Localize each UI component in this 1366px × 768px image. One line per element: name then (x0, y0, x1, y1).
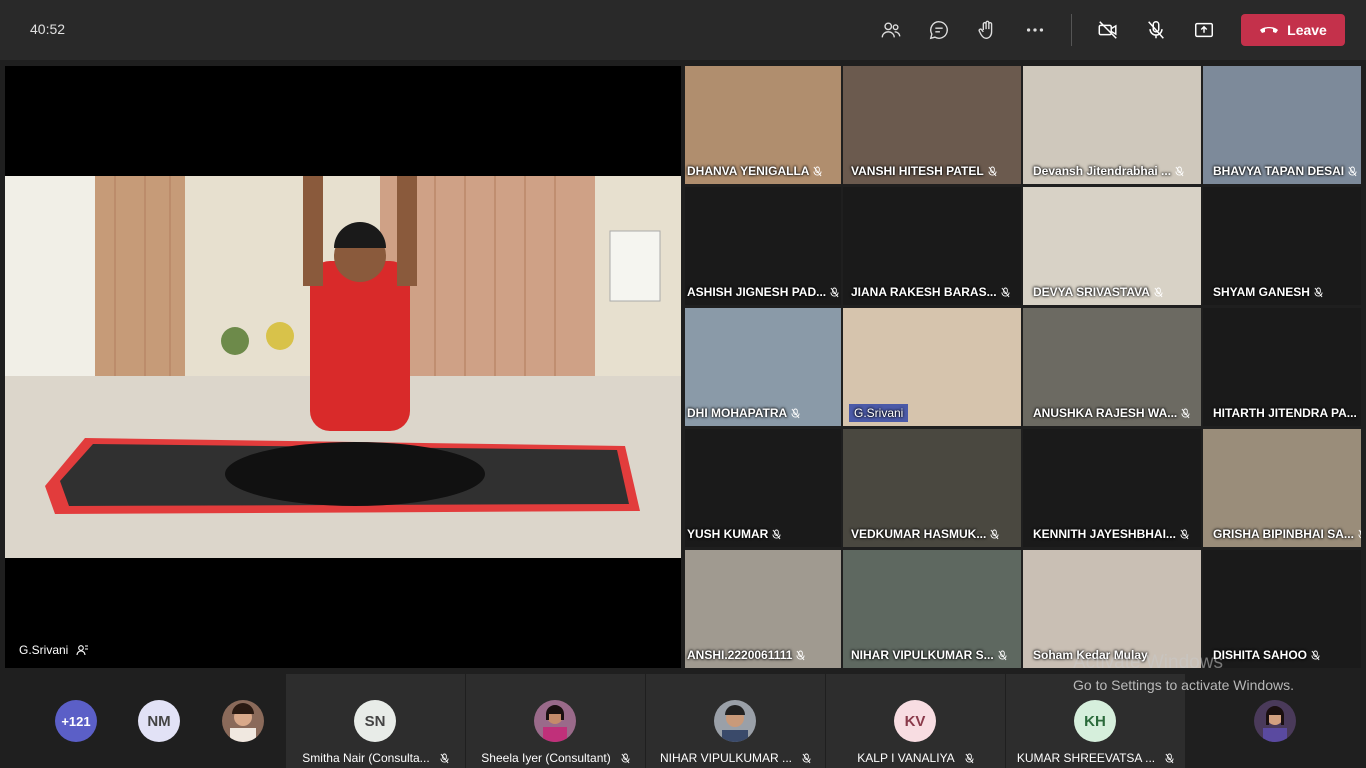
participant-name: NIHAR VIPULKUMAR ... (646, 751, 825, 765)
participant-tile[interactable]: Sheela Iyer (Consultant) (466, 674, 645, 768)
video-tile[interactable]: DHI MOHAPATRA (685, 308, 841, 426)
video-tile[interactable]: NIHAR VIPULKUMAR S... (843, 550, 1021, 668)
video-tile[interactable]: DHANVA YENIGALLA (685, 66, 841, 184)
mic-off-icon (965, 753, 974, 763)
participant-name: YUSH KUMAR (685, 527, 781, 541)
video-tile[interactable]: VEDKUMAR HASMUK... (843, 429, 1021, 547)
video-tile[interactable]: JIANA RAKESH BARAS... (843, 187, 1021, 305)
mic-off-icon (1180, 529, 1189, 539)
mic-off-icon (1181, 408, 1190, 418)
participant-tile[interactable]: NIHAR VIPULKUMAR ... (646, 674, 825, 768)
participant-tile[interactable]: KV KALP I VANALIYA (826, 674, 1005, 768)
participant-name: ANSHI.2220061111 (685, 648, 805, 662)
participants-icon[interactable] (879, 18, 903, 42)
overflow-count-badge[interactable]: +121 (55, 700, 97, 742)
share-screen-icon[interactable] (1192, 18, 1216, 42)
avatar: KV (894, 700, 936, 742)
mic-off-icon[interactable] (1144, 18, 1168, 42)
presenter-icon (76, 645, 89, 656)
participant-name: DEVYA SRIVASTAVA (1031, 285, 1163, 299)
mic-off-icon (1348, 166, 1357, 176)
participant-name: Smitha Nair (Consulta... (286, 751, 465, 765)
mic-off-icon (990, 529, 999, 539)
participant-tile[interactable]: SN Smitha Nair (Consulta... (286, 674, 465, 768)
participant-name: KUMAR SHREEVATSA ... (1006, 751, 1185, 765)
avatar: KH (1074, 700, 1116, 742)
participant-name: JIANA RAKESH BARAS... (849, 285, 1010, 299)
video-tile[interactable]: YUSH KUMAR (685, 429, 841, 547)
video-tile[interactable]: Devansh Jitendrabhai ... (1023, 66, 1201, 184)
mic-off-icon (998, 650, 1007, 660)
main-speaker-video[interactable]: G.Srivani (5, 66, 681, 668)
video-tile[interactable]: ANSHI.2220061111 (685, 550, 841, 668)
video-tile[interactable]: VANSHI HITESH PATEL (843, 66, 1021, 184)
participant-name: KALP I VANALIYA (826, 751, 1005, 765)
video-tile[interactable]: ASHISH JIGNESH PAD... (685, 187, 841, 305)
more-icon[interactable] (1023, 18, 1047, 42)
speaker-video-frame (5, 176, 681, 558)
speaker-name-label: G.Srivani (19, 643, 89, 657)
participant-name: Sheela Iyer (Consultant) (466, 751, 645, 765)
video-tile[interactable]: DISHITA SAHOO (1203, 550, 1361, 668)
video-tile[interactable]: ANUSHKA RAJESH WA... (1023, 308, 1201, 426)
video-tile[interactable]: GRISHA BIPINBHAI SA... (1203, 429, 1361, 547)
participant-name: VANSHI HITESH PATEL (849, 164, 997, 178)
mic-off-icon (796, 650, 805, 660)
participant-name: KENNITH JAYESHBHAI... (1031, 527, 1189, 541)
mic-off-icon (1311, 650, 1320, 660)
meeting-toolbar: 40:52 Leave (0, 0, 1366, 60)
video-tile[interactable]: SHYAM GANESH (1203, 187, 1361, 305)
mic-off-icon (1358, 529, 1361, 538)
participant-name: ASHISH JIGNESH PAD... (685, 285, 839, 299)
participant-name: NIHAR VIPULKUMAR S... (849, 648, 1007, 662)
leave-button[interactable]: Leave (1241, 14, 1345, 46)
mic-off-icon (1001, 287, 1010, 297)
avatar-photo (714, 700, 756, 742)
mic-off-icon (1314, 287, 1323, 297)
mic-off-icon (772, 529, 781, 539)
mic-off-icon (830, 287, 839, 297)
mic-off-icon (440, 753, 449, 763)
toolbar-divider (1071, 14, 1072, 46)
participant-name: GRISHA BIPINBHAI SA... (1211, 527, 1361, 541)
video-tile[interactable]: HITARTH JITENDRA PA... (1203, 308, 1361, 426)
leave-label: Leave (1287, 22, 1327, 38)
participant-name: VEDKUMAR HASMUK... (849, 527, 999, 541)
participant-name: BHAVYA TAPAN DESAI (1211, 164, 1357, 178)
avatar: SN (354, 700, 396, 742)
participant-name: G.Srivani (849, 404, 909, 422)
mic-off-icon (1165, 753, 1174, 763)
video-tile[interactable]: KENNITH JAYESHBHAI... (1023, 429, 1201, 547)
video-tile[interactable]: DEVYA SRIVASTAVA (1023, 187, 1201, 305)
video-tile[interactable]: BHAVYA TAPAN DESAI (1203, 66, 1361, 184)
mic-off-icon (813, 166, 823, 176)
activate-windows-subtitle: Go to Settings to activate Windows. (1073, 677, 1294, 693)
participant-video-grid: DHANVA YENIGALLA VANSHI HITESH PATEL Dev… (685, 66, 1361, 668)
raise-hand-icon[interactable] (975, 18, 999, 42)
phone-hangup-icon (1260, 27, 1279, 33)
mic-off-icon (1175, 166, 1184, 176)
avatar-photo[interactable] (1254, 700, 1296, 742)
meeting-timer: 40:52 (30, 21, 66, 37)
chat-icon[interactable] (927, 18, 951, 42)
activate-windows-title: Activate Windows (1073, 652, 1223, 673)
participant-name: ANUSHKA RAJESH WA... (1031, 406, 1190, 420)
participant-name: DISHITA SAHOO (1211, 648, 1320, 662)
mic-off-icon (988, 166, 997, 176)
avatar-photo (534, 700, 576, 742)
mic-off-icon (791, 408, 800, 418)
participant-name: SHYAM GANESH (1211, 285, 1323, 299)
mic-off-icon (1154, 287, 1163, 297)
mic-off-icon (802, 753, 811, 763)
participant-name: DHI MOHAPATRA (685, 406, 800, 420)
participant-name: Devansh Jitendrabhai ... (1031, 164, 1184, 178)
participant-name: HITARTH JITENDRA PA... (1213, 406, 1357, 420)
camera-off-icon[interactable] (1096, 18, 1120, 42)
avatar[interactable]: NM (138, 700, 180, 742)
video-tile[interactable]: Soham Kedar Mulay (1023, 550, 1201, 668)
avatar-photo[interactable] (222, 700, 264, 742)
participant-name: DHANVA YENIGALLA (685, 164, 823, 178)
video-tile[interactable]: G.Srivani (843, 308, 1021, 426)
mic-off-icon (621, 753, 630, 763)
